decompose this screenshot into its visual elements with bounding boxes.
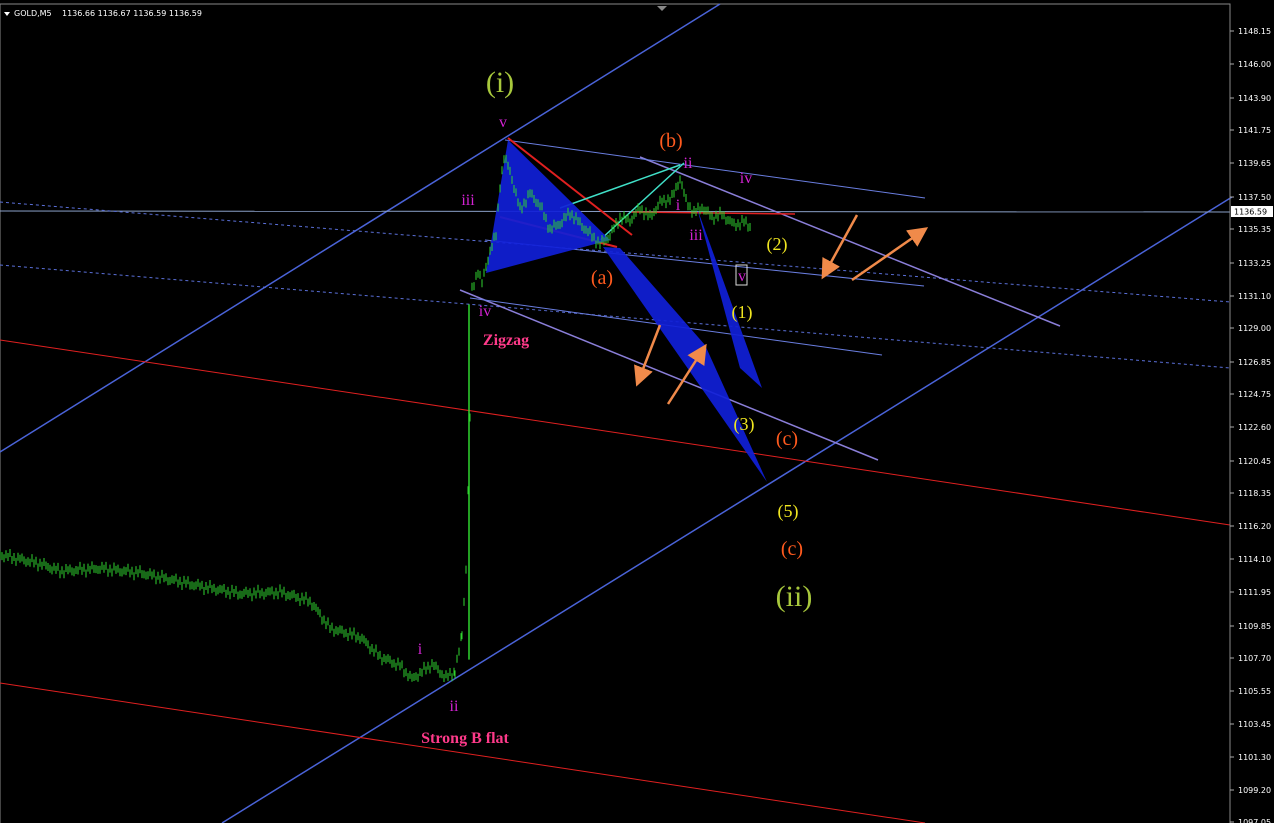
- y-tick-label: 1137.50: [1238, 193, 1271, 202]
- wave-label: ii: [684, 155, 693, 172]
- y-tick-label: 1133.25: [1238, 259, 1271, 268]
- ohlc-values: 1136.66 1136.67 1136.59 1136.59: [62, 9, 202, 18]
- impulse-wedge-1[interactable]: [486, 140, 610, 273]
- red-channel-upper-line[interactable]: [0, 339, 1231, 526]
- drawing-objects: [0, 3, 1233, 823]
- y-tick-label: 1131.10: [1238, 292, 1271, 301]
- y-tick-label: 1101.30: [1238, 753, 1271, 762]
- y-tick-label: 1114.10: [1238, 555, 1271, 564]
- y-tick-label: 1129.00: [1238, 324, 1271, 333]
- symbol-timeframe: GOLD,M5: [14, 9, 52, 18]
- y-tick-label: 1124.75: [1238, 390, 1271, 399]
- y-tick-label: 1107.70: [1238, 654, 1271, 663]
- wave-label: Zigzag: [483, 332, 529, 349]
- wave-label: ii: [450, 698, 459, 715]
- y-tick-label: 1116.20: [1238, 522, 1271, 531]
- wave-label: (5): [778, 501, 799, 522]
- wave-label: Strong B flat: [421, 730, 509, 747]
- y-tick-label: 1109.85: [1238, 622, 1271, 631]
- y-tick-label: 1097.05: [1238, 818, 1271, 823]
- corrective-parallel-1[interactable]: [504, 139, 926, 199]
- wave-label: (ii): [776, 580, 813, 613]
- y-tick-label: 1111.95: [1238, 588, 1271, 597]
- wave-b-cyan-lower[interactable]: [599, 162, 685, 241]
- wave-labels: (i)viiiivZigzag(b)iiiiviii (2)v(a)(1)(3)(…: [418, 66, 813, 747]
- wave-label: (a): [591, 267, 613, 289]
- y-tick-label: 1143.90: [1238, 94, 1271, 103]
- channel-lower-line[interactable]: [221, 196, 1233, 823]
- wave-label: (i): [486, 66, 514, 99]
- wave-label: i: [676, 197, 681, 214]
- y-tick-label: 1103.45: [1238, 720, 1271, 729]
- wave-label: (3): [734, 414, 755, 435]
- wave-label: v: [499, 114, 507, 131]
- plot-border: [0, 3, 1231, 823]
- y-tick-label: 1126.85: [1238, 358, 1271, 367]
- symbol-menu-icon[interactable]: [4, 12, 10, 16]
- chart-shift-marker[interactable]: [657, 6, 667, 11]
- y-tick-label: 1118.35: [1238, 489, 1271, 498]
- y-tick-label: 1122.60: [1238, 423, 1271, 432]
- price-chart[interactable]: GOLD,M5 1136.66 1136.67 1136.59 1136.59 …: [0, 0, 1274, 823]
- arrow-down-2[interactable]: [821, 214, 859, 280]
- price-series: [0, 154, 751, 682]
- wave-label: (2): [767, 234, 788, 255]
- y-tick-label: 1105.55: [1238, 687, 1271, 696]
- wave-label: iii: [689, 227, 703, 244]
- current-price-line[interactable]: [0, 210, 1231, 213]
- wave-label: (b): [659, 130, 682, 152]
- y-tick-label: 1099.20: [1238, 786, 1271, 795]
- y-tick-label: 1146.00: [1238, 60, 1271, 69]
- price-axis: 1148.15 1146.00 1143.90 1141.75 1139.65 1137.…: [1229, 4, 1271, 823]
- y-tick-label: 1139.65: [1238, 159, 1271, 168]
- wave-label: (c): [776, 428, 798, 450]
- wave-label: iv: [479, 303, 491, 320]
- red-channel-lower-line[interactable]: [0, 682, 926, 823]
- wave-label: i: [418, 641, 423, 658]
- arrow-down-1[interactable]: [634, 324, 662, 387]
- corrective-channel-upper-line[interactable]: [639, 156, 1061, 327]
- current-price-label: 1136.59: [1234, 208, 1267, 217]
- wave-label: (c): [781, 538, 803, 560]
- wave-label: v: [738, 268, 746, 285]
- wave-label: (1): [732, 302, 753, 323]
- y-tick-label: 1141.75: [1238, 126, 1271, 135]
- y-tick-label: 1135.35: [1238, 225, 1271, 234]
- wave-label: iii: [461, 192, 475, 209]
- arrow-up-2[interactable]: [851, 227, 929, 282]
- wave-label: iv: [740, 170, 752, 187]
- candlestick-bars: [0, 154, 751, 682]
- y-tick-label: 1120.45: [1238, 457, 1271, 466]
- y-tick-label: 1148.15: [1238, 27, 1271, 36]
